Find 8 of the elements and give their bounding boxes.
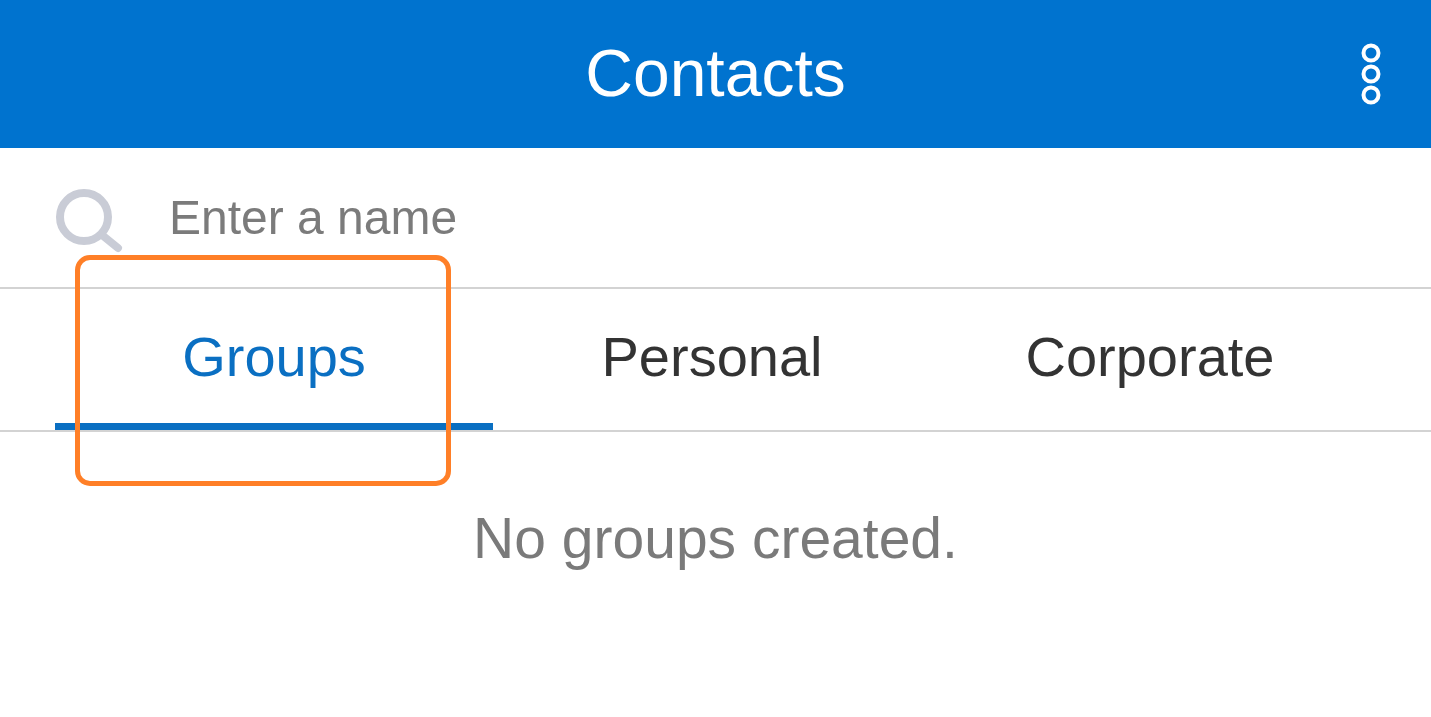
menu-icon[interactable] bbox=[1361, 43, 1381, 105]
search-icon bbox=[54, 188, 124, 253]
tab[interactable]: Personal bbox=[493, 289, 931, 430]
empty-message: No groups created. bbox=[473, 505, 958, 572]
tab[interactable]: Groups bbox=[55, 289, 493, 430]
search-field[interactable]: Enter a name bbox=[169, 187, 790, 248]
header-title: Contacts bbox=[585, 36, 846, 112]
tab[interactable]: Corporate bbox=[931, 289, 1369, 430]
